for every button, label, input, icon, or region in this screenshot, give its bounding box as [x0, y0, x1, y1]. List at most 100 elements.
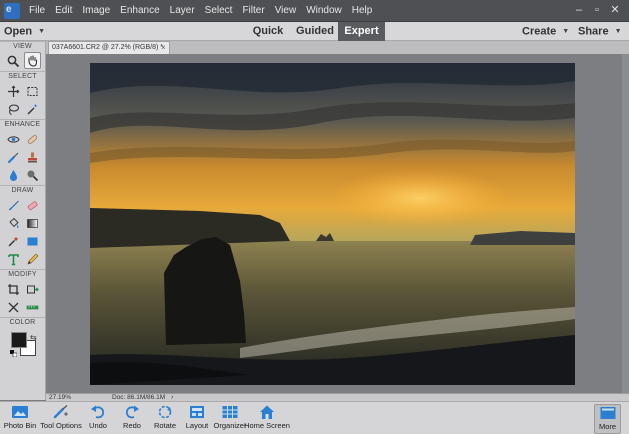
straighten-tool[interactable] — [24, 299, 41, 316]
section-enhance: ENHANCE — [0, 119, 45, 130]
chevron-down-icon: ▼ — [614, 28, 622, 35]
blur-tool[interactable] — [5, 167, 22, 184]
sponge-tool[interactable] — [24, 167, 41, 184]
organizer-icon — [222, 406, 238, 418]
crop-tool[interactable] — [5, 281, 22, 298]
brush-icon — [8, 200, 19, 211]
redo-icon — [125, 405, 139, 419]
home-screen-button[interactable]: Home Screen — [244, 404, 290, 434]
pencil-tool[interactable] — [24, 251, 41, 268]
layout-button[interactable]: Layout — [185, 404, 209, 434]
lasso-tool[interactable] — [5, 101, 22, 118]
menu-view[interactable]: View — [270, 0, 302, 22]
marquee-tool[interactable] — [24, 83, 41, 100]
home-icon — [260, 405, 274, 419]
open-button[interactable]: Open ▼ — [4, 22, 45, 41]
red-eye-tool[interactable] — [5, 131, 22, 148]
straighten-icon — [26, 305, 39, 310]
sponge-icon — [27, 170, 39, 182]
document-tab[interactable]: 037A6601.CR2 @ 27.2% (RGB/8) * × — [48, 41, 170, 54]
eyedropper-tool[interactable] — [5, 233, 22, 250]
share-button[interactable]: Share ▼ — [578, 22, 622, 41]
minimize-button[interactable]: – — [570, 2, 588, 18]
hand-tool[interactable] — [24, 52, 41, 69]
foreground-color-swatch[interactable] — [11, 332, 27, 348]
move-tool[interactable] — [5, 83, 22, 100]
clone-stamp-tool[interactable] — [24, 149, 41, 166]
menu-select[interactable]: Select — [200, 0, 238, 22]
tool-options-icon — [53, 405, 68, 419]
maximize-button[interactable]: ▫ — [588, 2, 606, 18]
create-button[interactable]: Create ▼ — [522, 22, 569, 41]
spot-healing-tool[interactable] — [24, 131, 41, 148]
chevron-down-icon: ▼ — [562, 28, 570, 35]
pencil-icon — [27, 253, 39, 265]
rotate-label: Rotate — [153, 421, 177, 430]
default-colors-icon[interactable] — [10, 348, 18, 358]
eraser-icon — [27, 201, 38, 211]
menu-enhance[interactable]: Enhance — [115, 0, 164, 22]
undo-label: Undo — [89, 421, 107, 430]
menu-image[interactable]: Image — [77, 0, 115, 22]
magic-wand-icon — [27, 104, 37, 115]
menu-file[interactable]: File — [24, 0, 50, 22]
zoom-tool[interactable] — [5, 53, 22, 70]
bucket-icon — [9, 217, 19, 229]
paint-bucket-tool[interactable] — [5, 215, 22, 232]
section-draw: DRAW — [0, 185, 45, 196]
photo-image[interactable] — [90, 63, 575, 385]
organizer-button[interactable]: Organizer — [214, 404, 246, 434]
rotate-button[interactable]: Rotate — [152, 404, 178, 434]
eraser-tool[interactable] — [24, 197, 41, 214]
tool-options-button[interactable]: Tool Options — [40, 404, 82, 434]
smart-brush-tool[interactable] — [5, 149, 22, 166]
close-button[interactable]: ✕ — [606, 2, 624, 18]
home-screen-label: Home Screen — [244, 421, 290, 430]
toolbox: VIEW SELECT ENHANCE DRAW MODIFY COLOR ⇆ — [0, 41, 46, 400]
create-label: Create — [522, 25, 557, 38]
rectangle-shape-icon — [27, 237, 38, 246]
app-logo-icon: e — [4, 3, 20, 19]
quick-selection-tool[interactable] — [24, 101, 41, 118]
eye-icon — [7, 136, 20, 143]
layout-label: Layout — [185, 421, 209, 430]
layout-icon — [190, 406, 204, 418]
menu-filter[interactable]: Filter — [237, 0, 269, 22]
status-bar: 27.19% Doc: 86.1M/86.1M › — [46, 393, 629, 401]
shape-tool[interactable] — [24, 233, 41, 250]
menu-edit[interactable]: Edit — [50, 0, 77, 22]
redo-button[interactable]: Redo — [121, 404, 143, 434]
photo-bin-button[interactable]: Photo Bin — [3, 404, 37, 434]
more-button[interactable]: More — [594, 404, 621, 434]
menu-items: File Edit Image Enhance Layer Select Fil… — [24, 0, 377, 22]
lasso-icon — [8, 104, 20, 115]
recompose-tool[interactable] — [24, 281, 41, 298]
mode-bar: Open ▼ Quick Guided Expert Create ▼ Share ▼ — [0, 22, 629, 41]
crop-icon — [8, 284, 19, 295]
close-icon[interactable]: × — [161, 42, 166, 54]
menu-layer[interactable]: Layer — [165, 0, 200, 22]
type-icon — [8, 254, 19, 266]
photo-bin-label: Photo Bin — [3, 421, 37, 430]
type-tool[interactable] — [5, 251, 22, 268]
chevron-down-icon: ▼ — [38, 28, 46, 35]
brush-tool[interactable] — [5, 197, 22, 214]
content-aware-move-tool[interactable] — [5, 299, 22, 316]
section-view: VIEW — [0, 41, 45, 52]
menu-window[interactable]: Window — [301, 0, 347, 22]
menu-help[interactable]: Help — [347, 0, 378, 22]
gradient-tool[interactable] — [24, 215, 41, 232]
cross-arrows-icon — [8, 302, 19, 313]
vertical-scrollbar[interactable] — [622, 54, 629, 393]
section-modify: MODIFY — [0, 269, 45, 280]
tab-expert[interactable]: Expert — [338, 22, 385, 41]
rotate-icon — [158, 405, 172, 419]
eyedropper-icon — [8, 237, 18, 247]
canvas-area[interactable] — [46, 54, 629, 393]
undo-button[interactable]: Undo — [87, 404, 109, 434]
swap-colors-icon[interactable]: ⇆ — [30, 333, 37, 342]
tab-quick[interactable]: Quick — [247, 22, 289, 41]
move-icon — [8, 85, 20, 97]
section-color: COLOR — [0, 317, 45, 328]
tab-guided[interactable]: Guided — [293, 22, 337, 41]
